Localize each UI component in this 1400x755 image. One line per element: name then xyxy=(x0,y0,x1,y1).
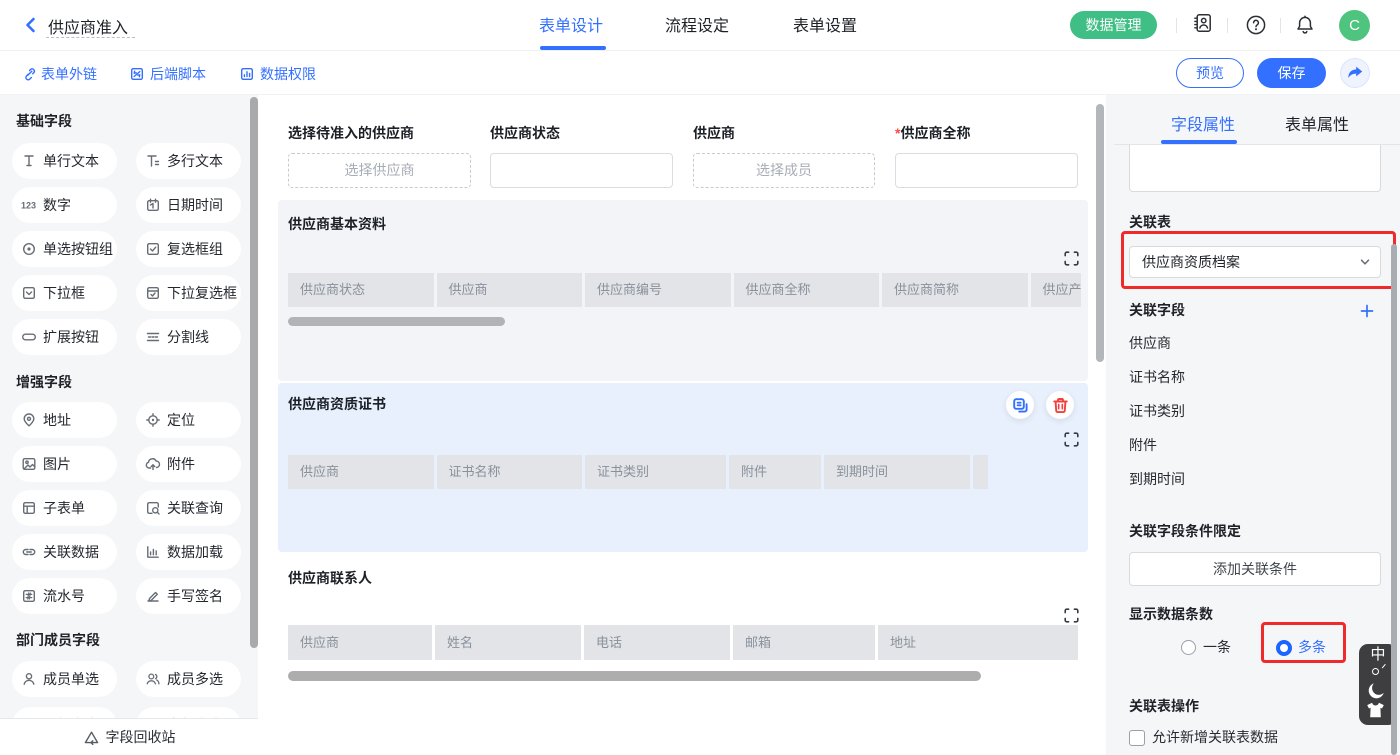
svg-text:123: 123 xyxy=(21,201,36,211)
